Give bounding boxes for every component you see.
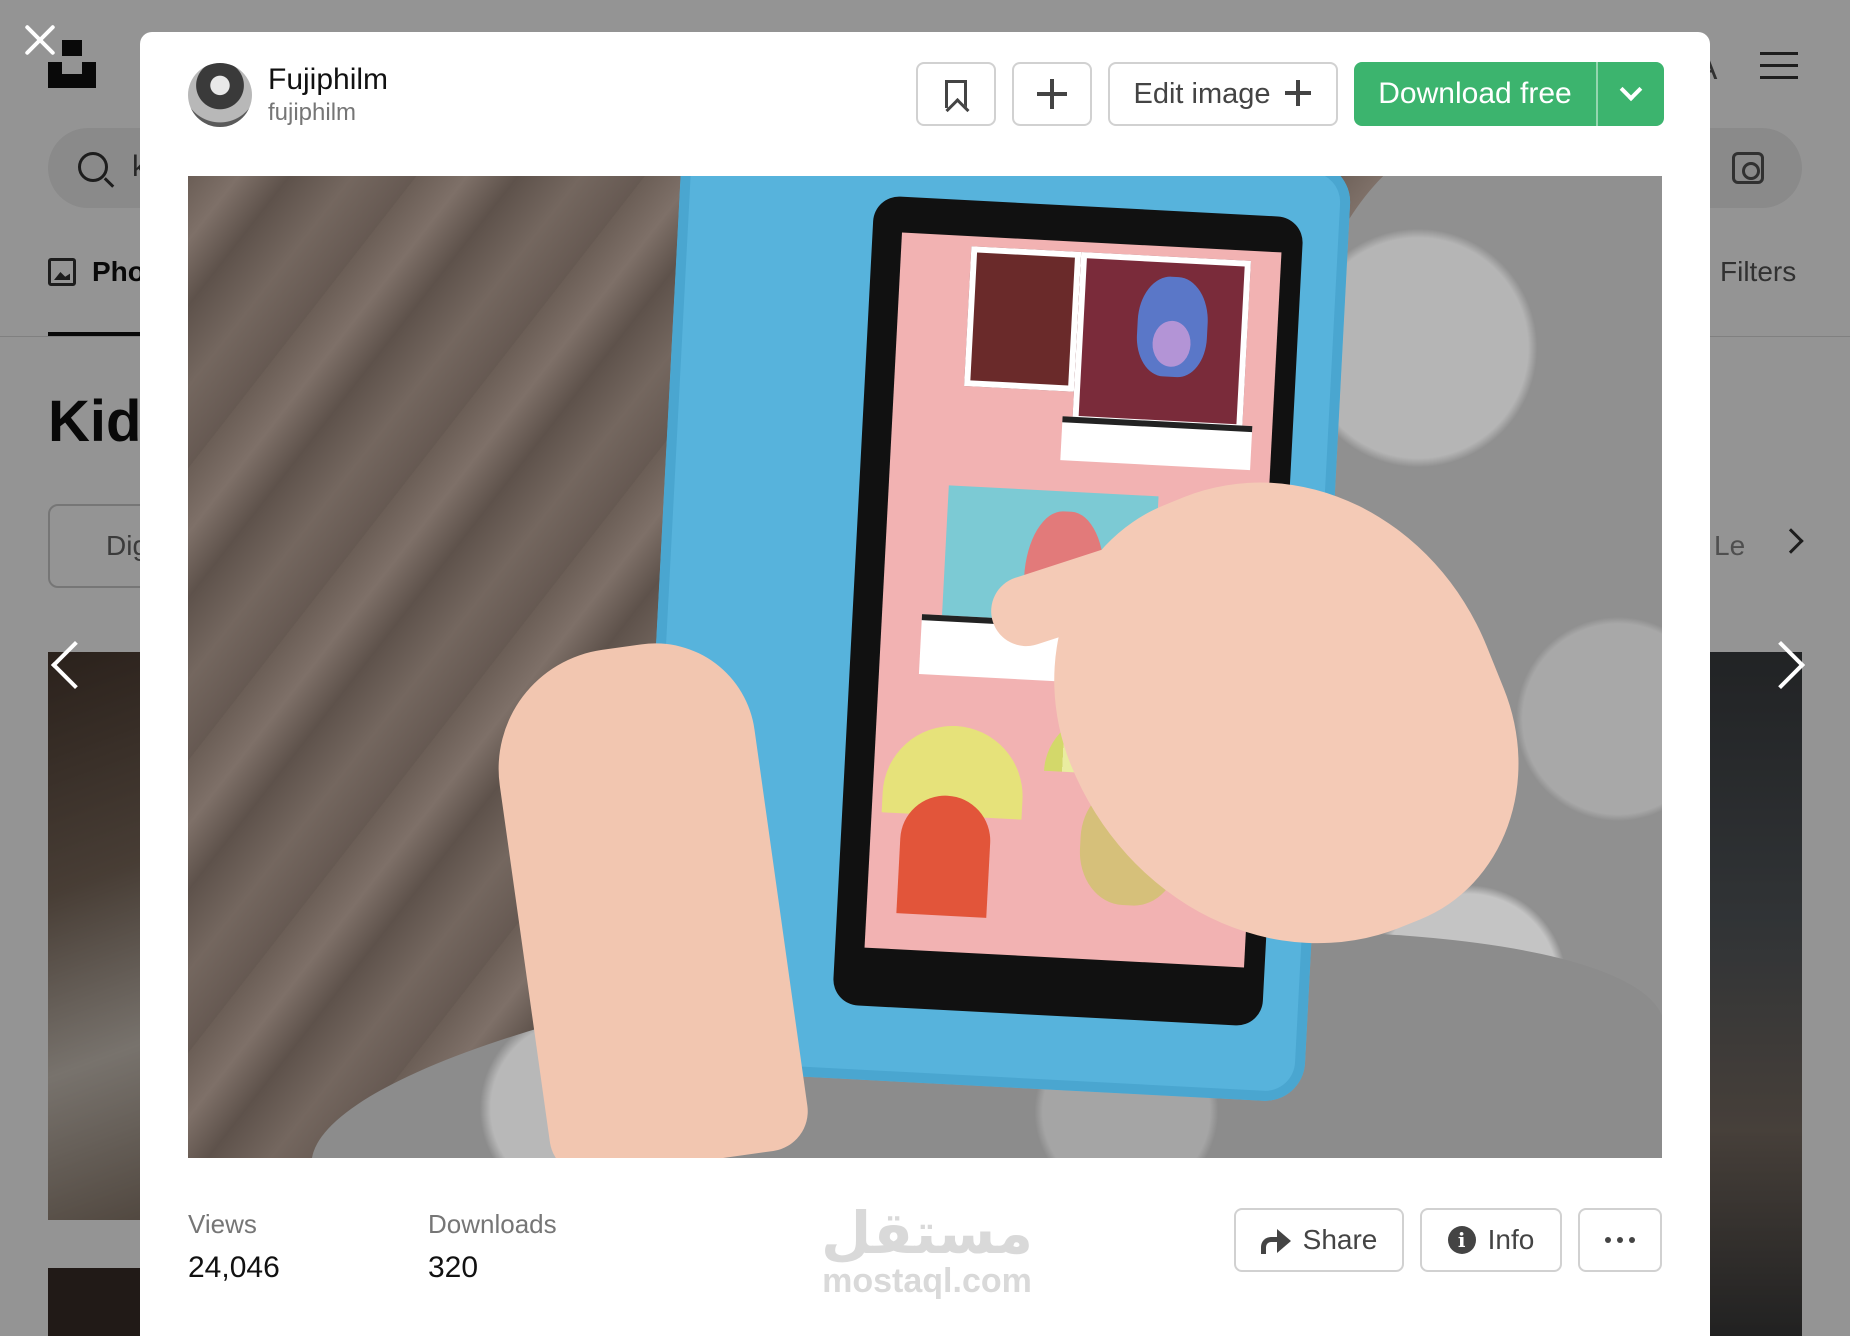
more-actions-button[interactable] (1578, 1208, 1662, 1272)
main-photo[interactable] (188, 176, 1662, 1158)
photo-modal: Fujiphilm fujiphilm Edit image Download … (140, 32, 1710, 1336)
downloads-stat: Downloads 320 (428, 1208, 557, 1288)
edit-image-label: Edit image (1133, 77, 1271, 110)
watermark-latin: mostaql.com (822, 1262, 1032, 1300)
author-name[interactable]: Fujiphilm (268, 62, 388, 98)
downloads-label: Downloads (428, 1209, 557, 1239)
author-handle[interactable]: fujiphilm (268, 98, 388, 128)
bookmark-icon (945, 80, 967, 108)
share-button[interactable]: Share (1234, 1208, 1404, 1272)
add-to-collection-button[interactable] (1012, 62, 1092, 126)
plus-icon (1037, 79, 1067, 109)
watermark-arabic: مستقل (820, 1199, 1034, 1267)
avatar[interactable] (188, 63, 252, 127)
views-label: Views (188, 1209, 257, 1239)
chevron-down-icon (1619, 78, 1643, 102)
share-label: Share (1302, 1224, 1378, 1255)
share-icon (1260, 1229, 1291, 1254)
info-icon: i (1447, 1226, 1476, 1254)
info-button[interactable]: i Info (1420, 1208, 1562, 1272)
views-stat: Views 24,046 (188, 1208, 280, 1288)
author-info[interactable]: Fujiphilm fujiphilm (188, 62, 388, 128)
edit-image-button[interactable]: Edit image (1108, 62, 1338, 126)
close-icon[interactable] (22, 22, 58, 58)
download-options-button[interactable] (1596, 62, 1664, 126)
download-button-group: Download free (1354, 62, 1664, 126)
bookmark-button[interactable] (916, 62, 996, 126)
info-label: Info (1487, 1224, 1535, 1255)
sparkle-icon (1284, 80, 1313, 108)
watermark: مستقل mostaql.com (812, 1202, 1042, 1298)
download-free-button[interactable]: Download free (1354, 62, 1596, 126)
more-icon (1605, 1237, 1635, 1243)
views-value: 24,046 (188, 1251, 280, 1284)
downloads-value: 320 (428, 1251, 479, 1284)
